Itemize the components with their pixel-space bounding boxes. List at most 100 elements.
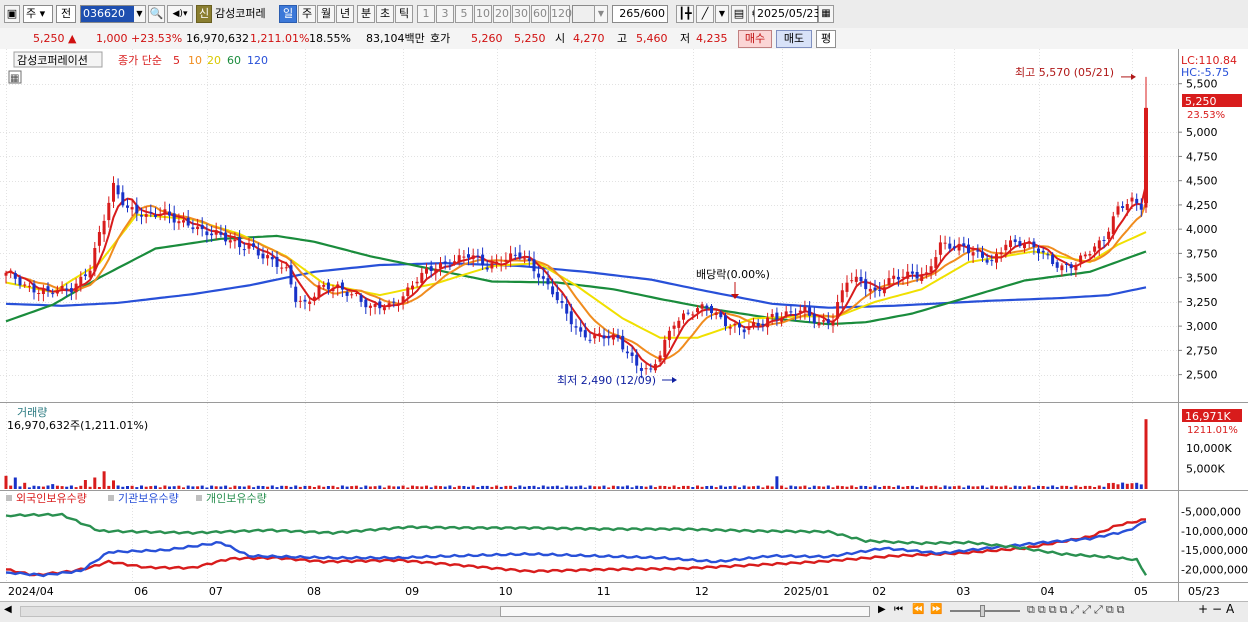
- volume-bar: [588, 485, 592, 489]
- candle-body: [887, 278, 891, 285]
- tab-period-second[interactable]: 초: [376, 5, 394, 23]
- candle-body: [177, 221, 181, 224]
- candle-body: [929, 266, 933, 273]
- candle-body: [602, 335, 606, 339]
- candle-body: [93, 248, 97, 272]
- candle-body: [761, 323, 765, 326]
- interval-120[interactable]: 120: [550, 5, 572, 23]
- volume-bar: [485, 485, 489, 489]
- price-tick-label: 2,750: [1186, 344, 1218, 357]
- tab-period-minute[interactable]: 분: [357, 5, 375, 23]
- zoom-slider[interactable]: [950, 610, 1020, 612]
- candle-body: [107, 202, 111, 221]
- window-menu-icon[interactable]: ▣: [4, 5, 20, 23]
- tab-period-month[interactable]: 월: [317, 5, 335, 23]
- speaker-icon[interactable]: ◀)▾: [167, 5, 193, 23]
- draw-dropdown-icon[interactable]: ▼: [715, 5, 729, 23]
- buy-button[interactable]: 매수: [738, 30, 772, 48]
- search-icon[interactable]: 🔍: [148, 5, 165, 23]
- candle-type-icon[interactable]: ┃╋: [676, 5, 694, 23]
- type-select[interactable]: 주 ▾: [23, 5, 53, 23]
- volume-bar: [387, 485, 391, 489]
- volume-bar: [1037, 485, 1040, 489]
- interval-60[interactable]: 60: [531, 5, 549, 23]
- candle-body: [784, 311, 788, 316]
- candle-body: [397, 303, 400, 305]
- jump-end-icon[interactable]: ⏩: [930, 604, 946, 618]
- volume-bar: [364, 485, 368, 489]
- price-tick-label: 4,500: [1186, 175, 1218, 188]
- volume-bar: [555, 485, 559, 489]
- price-tick-label: 4,250: [1186, 199, 1218, 212]
- font-size-icon[interactable]: A: [1226, 602, 1234, 616]
- candle-body: [312, 296, 316, 300]
- volume-bar: [934, 485, 938, 489]
- holdings-tick-label: -15,000,000: [1181, 544, 1248, 557]
- volume-bar: [467, 486, 470, 489]
- scroll-right-icon[interactable]: ▶: [878, 604, 892, 618]
- candle-body: [663, 339, 667, 358]
- zoom-out-icon[interactable]: −: [1212, 602, 1222, 616]
- candle-body: [116, 185, 120, 195]
- candle-body: [770, 314, 774, 317]
- candle-body: [74, 283, 78, 293]
- scroll-left-icon[interactable]: ◀: [4, 604, 16, 618]
- sell-button[interactable]: 매도: [776, 30, 812, 48]
- interval-1[interactable]: 1: [417, 5, 435, 23]
- interval-20[interactable]: 20: [493, 5, 511, 23]
- tab-period-tick[interactable]: 틱: [395, 5, 413, 23]
- chart-area[interactable]: 5,500 5,000 4,750 4,500 4,250 4,000 3,750 3,500…: [0, 49, 1248, 601]
- candle-body: [733, 323, 737, 326]
- volume-bar: [789, 485, 793, 489]
- jump-prev-icon[interactable]: ⏪: [912, 604, 928, 618]
- candle-body: [616, 335, 620, 339]
- volume-bar: [509, 485, 513, 489]
- candle-body: [317, 285, 321, 298]
- count-input[interactable]: 265/600: [612, 5, 668, 23]
- stock-code-input[interactable]: 036620: [80, 5, 136, 23]
- custom-interval-dropdown-icon[interactable]: ▼: [594, 5, 608, 23]
- date-input[interactable]: 2025/05/23: [754, 5, 820, 23]
- tab-period-year[interactable]: 년: [336, 5, 354, 23]
- volume-bar: [280, 485, 284, 489]
- volume-bar: [13, 477, 17, 489]
- drawing-tools-icons[interactable]: ⧉⧉⧉⧉⤢⤢⤢⧉⧉: [1027, 603, 1128, 617]
- interval-5[interactable]: 5: [455, 5, 473, 23]
- prev-field[interactable]: 전: [56, 5, 76, 23]
- volume-bar: [653, 487, 657, 489]
- zoom-slider-handle[interactable]: [980, 605, 985, 617]
- candle-body: [168, 211, 171, 216]
- candle-body: [439, 262, 442, 269]
- draw-line-icon[interactable]: ╱: [696, 5, 714, 23]
- code-dropdown-icon[interactable]: ▼: [134, 5, 146, 23]
- candle-body: [200, 224, 204, 229]
- candle-body: [359, 295, 363, 302]
- volume-bar: [1079, 486, 1083, 489]
- volume-bar: [182, 487, 185, 489]
- volume-bar: [611, 485, 615, 489]
- calendar-icon[interactable]: ▦: [818, 5, 834, 23]
- zoom-in-icon[interactable]: +: [1198, 602, 1208, 616]
- volume-bar: [481, 485, 485, 489]
- candle-body: [822, 320, 826, 322]
- tab-period-day[interactable]: 일: [279, 5, 297, 23]
- count-value: 265: [619, 7, 641, 20]
- candle-body: [326, 282, 330, 290]
- x-tick-label: 04: [1041, 585, 1055, 598]
- tab-period-week[interactable]: 주: [298, 5, 316, 23]
- scrollbar-thumb[interactable]: [500, 606, 870, 617]
- volume-bar: [284, 485, 288, 489]
- interval-30[interactable]: 30: [512, 5, 530, 23]
- interval-10[interactable]: 10: [474, 5, 492, 23]
- candle-body: [1060, 265, 1064, 271]
- volume-bar: [560, 487, 564, 489]
- avg-button[interactable]: 평: [816, 30, 836, 48]
- candle-body: [18, 277, 22, 286]
- interval-3[interactable]: 3: [436, 5, 454, 23]
- save-icon[interactable]: ▤: [731, 5, 747, 23]
- x-tick-label: 2025/01: [784, 585, 830, 598]
- volume-bar: [873, 485, 877, 489]
- volume-bar: [812, 485, 816, 489]
- jump-start-icon[interactable]: ⏮: [894, 604, 910, 618]
- candle-body: [79, 276, 83, 286]
